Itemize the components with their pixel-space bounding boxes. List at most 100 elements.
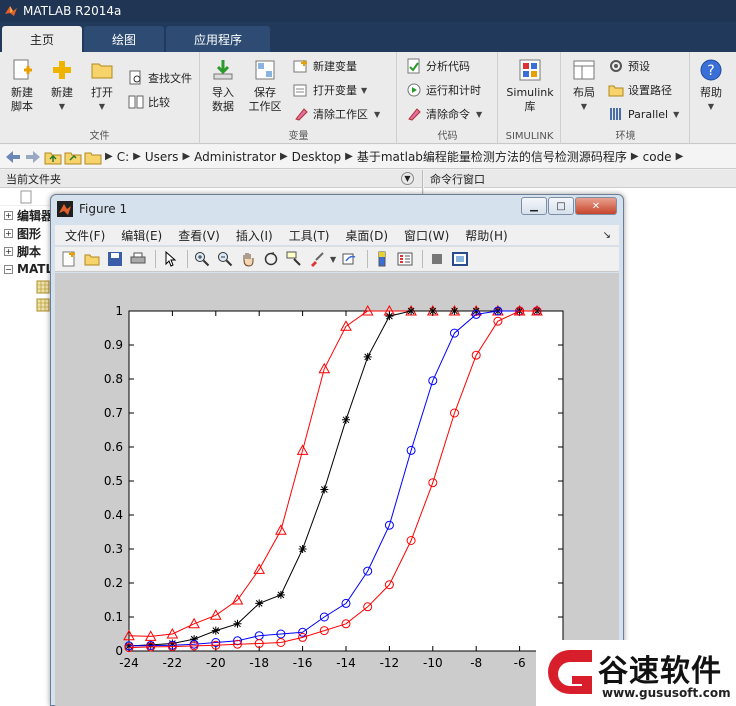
brush-dropdown-icon[interactable]: ▼ <box>330 255 336 264</box>
zoom-in-button[interactable] <box>192 249 212 269</box>
simulink-library-button[interactable]: Simulink 库 <box>503 58 557 114</box>
help-button[interactable]: ? 帮助 ▼ <box>691 58 731 114</box>
layout-dropdown-icon: ▼ <box>580 102 588 111</box>
line-plot[interactable]: -24 -22 -20 -18 -16 -14 -12 -10 -8 -6 0 0.1 0.2 0.3 0.… <box>55 273 619 706</box>
tree-item-label: MATL <box>17 262 54 276</box>
menu-view[interactable]: 查看(V) <box>178 227 220 244</box>
save-workspace-label: 保存 工作区 <box>248 86 282 113</box>
new-script-button[interactable]: 新建 脚本 <box>2 58 42 114</box>
find-files-button[interactable]: 查找文件 <box>128 68 192 88</box>
ribbon: 新建 脚本 新建 ▼ 打开 ▼ 查找文件 比较 文件 导入 数据 保存 工作区 … <box>0 52 736 144</box>
breadcrumb-item[interactable]: 基于matlab编程能量检测方法的信号检测源码程序 <box>357 148 627 165</box>
dock-arrow-icon[interactable]: ↘ <box>603 230 611 241</box>
open-file-button[interactable] <box>82 249 102 269</box>
tab-apps[interactable]: 应用程序 <box>166 26 271 52</box>
open-variable-button[interactable]: 打开变量 ▼ <box>293 80 367 100</box>
parallel-label: Parallel <box>628 107 669 121</box>
compare-label: 比较 <box>148 96 170 109</box>
expand-icon[interactable]: + <box>4 228 13 238</box>
layout-button[interactable]: 布局 ▼ <box>564 58 604 114</box>
tab-plots[interactable]: 绘图 <box>84 26 165 52</box>
run-and-time-button[interactable]: 运行和计时 <box>406 80 481 100</box>
brush-icon <box>311 252 324 267</box>
open-button[interactable]: 打开 ▼ <box>82 58 122 114</box>
x-tick-label: -20 <box>206 656 226 670</box>
analyze-code-button[interactable]: 分析代码 <box>406 56 470 76</box>
print-button[interactable] <box>128 249 148 269</box>
tab-home[interactable]: 主页 <box>2 26 83 52</box>
clear-workspace-label: 清除工作区 <box>313 108 368 121</box>
hide-plot-tools-button[interactable] <box>427 249 447 269</box>
back-arrow-icon[interactable] <box>4 149 22 165</box>
import-data-button[interactable]: 导入 数据 <box>203 58 243 114</box>
browse-folder-icon[interactable] <box>64 149 82 165</box>
expand-icon[interactable]: + <box>4 246 13 256</box>
brush-button[interactable] <box>307 249 327 269</box>
figure-titlebar[interactable]: Figure 1 ▁ □ ✕ <box>51 195 623 223</box>
maximize-button[interactable]: □ <box>548 197 574 215</box>
ribbon-group-file: 新建 脚本 新建 ▼ 打开 ▼ 查找文件 比较 文件 <box>0 52 200 144</box>
save-workspace-button[interactable]: 保存 工作区 <box>245 58 285 114</box>
y-tick-label: 1 <box>115 304 123 318</box>
show-plot-tools-button[interactable] <box>450 249 470 269</box>
new-button[interactable]: 新建 ▼ <box>42 58 82 114</box>
rotate-3d-button[interactable] <box>261 249 281 269</box>
y-tick-label: 0.4 <box>104 508 123 522</box>
set-path-button[interactable]: 设置路径 <box>608 80 672 100</box>
insert-colorbar-button[interactable] <box>372 249 392 269</box>
insert-legend-button[interactable] <box>395 249 415 269</box>
parallel-dropdown-icon: ▼ <box>673 109 680 119</box>
menu-help[interactable]: 帮助(H) <box>465 227 507 244</box>
close-button[interactable]: ✕ <box>575 197 617 215</box>
up-folder-icon[interactable] <box>44 149 62 165</box>
link-plot-button[interactable] <box>340 249 360 269</box>
breadcrumb-item[interactable]: code <box>643 150 672 164</box>
watermark-text: 谷速软件 <box>598 654 722 689</box>
data-cursor-button[interactable] <box>284 249 304 269</box>
menu-tools[interactable]: 工具(T) <box>289 227 330 244</box>
address-bar: ▶ C: ▶ Users ▶ Administrator ▶ Desktop ▶… <box>0 145 736 169</box>
expand-icon[interactable]: + <box>4 210 13 220</box>
clear-commands-label: 清除命令 <box>426 108 470 121</box>
find-files-icon <box>129 70 141 85</box>
figure-window: Figure 1 ▁ □ ✕ 文件(F) 编辑(E) 查看(V) 插入(I) 工… <box>50 194 624 706</box>
data-point <box>342 415 350 424</box>
compare-icon <box>128 95 144 109</box>
menu-edit[interactable]: 编辑(E) <box>121 227 162 244</box>
edit-plot-button[interactable] <box>160 249 180 269</box>
toolbar-separator <box>187 250 188 268</box>
compare-button[interactable]: 比较 <box>128 92 170 112</box>
collapse-icon[interactable]: − <box>4 264 13 274</box>
toolbar-separator <box>422 250 424 268</box>
y-tick-label: 0.6 <box>104 440 123 454</box>
forward-arrow-icon[interactable] <box>24 149 42 165</box>
svg-text:?: ? <box>707 63 714 79</box>
menu-file[interactable]: 文件(F) <box>65 227 105 244</box>
breadcrumb-separator-icon: ▶ <box>182 151 191 162</box>
breadcrumb-item[interactable]: Desktop <box>292 150 342 164</box>
new-figure-button[interactable] <box>59 249 79 269</box>
menu-desktop[interactable]: 桌面(D) <box>345 227 388 244</box>
preferences-button[interactable]: 预设 <box>608 56 650 76</box>
clear-workspace-button[interactable]: 清除工作区 ▼ <box>293 104 380 124</box>
pan-button[interactable] <box>238 249 258 269</box>
new-plus-icon <box>53 61 71 79</box>
menu-insert[interactable]: 插入(I) <box>236 227 273 244</box>
zoom-out-button[interactable] <box>215 249 235 269</box>
panel-menu-icon[interactable]: ▼ <box>401 172 414 185</box>
save-figure-button[interactable] <box>105 249 125 269</box>
minimize-button[interactable]: ▁ <box>521 197 547 215</box>
breadcrumb-item[interactable]: C: <box>117 150 129 164</box>
group-label-environment: 环境 <box>615 131 636 142</box>
save-disk-icon <box>108 252 122 266</box>
group-label-simulink: SIMULINK <box>505 131 554 142</box>
x-tick-label: -14 <box>336 656 356 670</box>
parallel-button[interactable]: Parallel ▼ <box>608 104 679 124</box>
menu-window[interactable]: 窗口(W) <box>404 227 449 244</box>
window-title: MATLAB R2014a <box>23 4 122 18</box>
new-variable-button[interactable]: 新建变量 <box>293 56 357 76</box>
maximize-icon: □ <box>556 200 566 212</box>
clear-commands-button[interactable]: 清除命令 ▼ <box>406 104 482 124</box>
breadcrumb-item[interactable]: Administrator <box>194 150 276 164</box>
breadcrumb-item[interactable]: Users <box>145 150 179 164</box>
